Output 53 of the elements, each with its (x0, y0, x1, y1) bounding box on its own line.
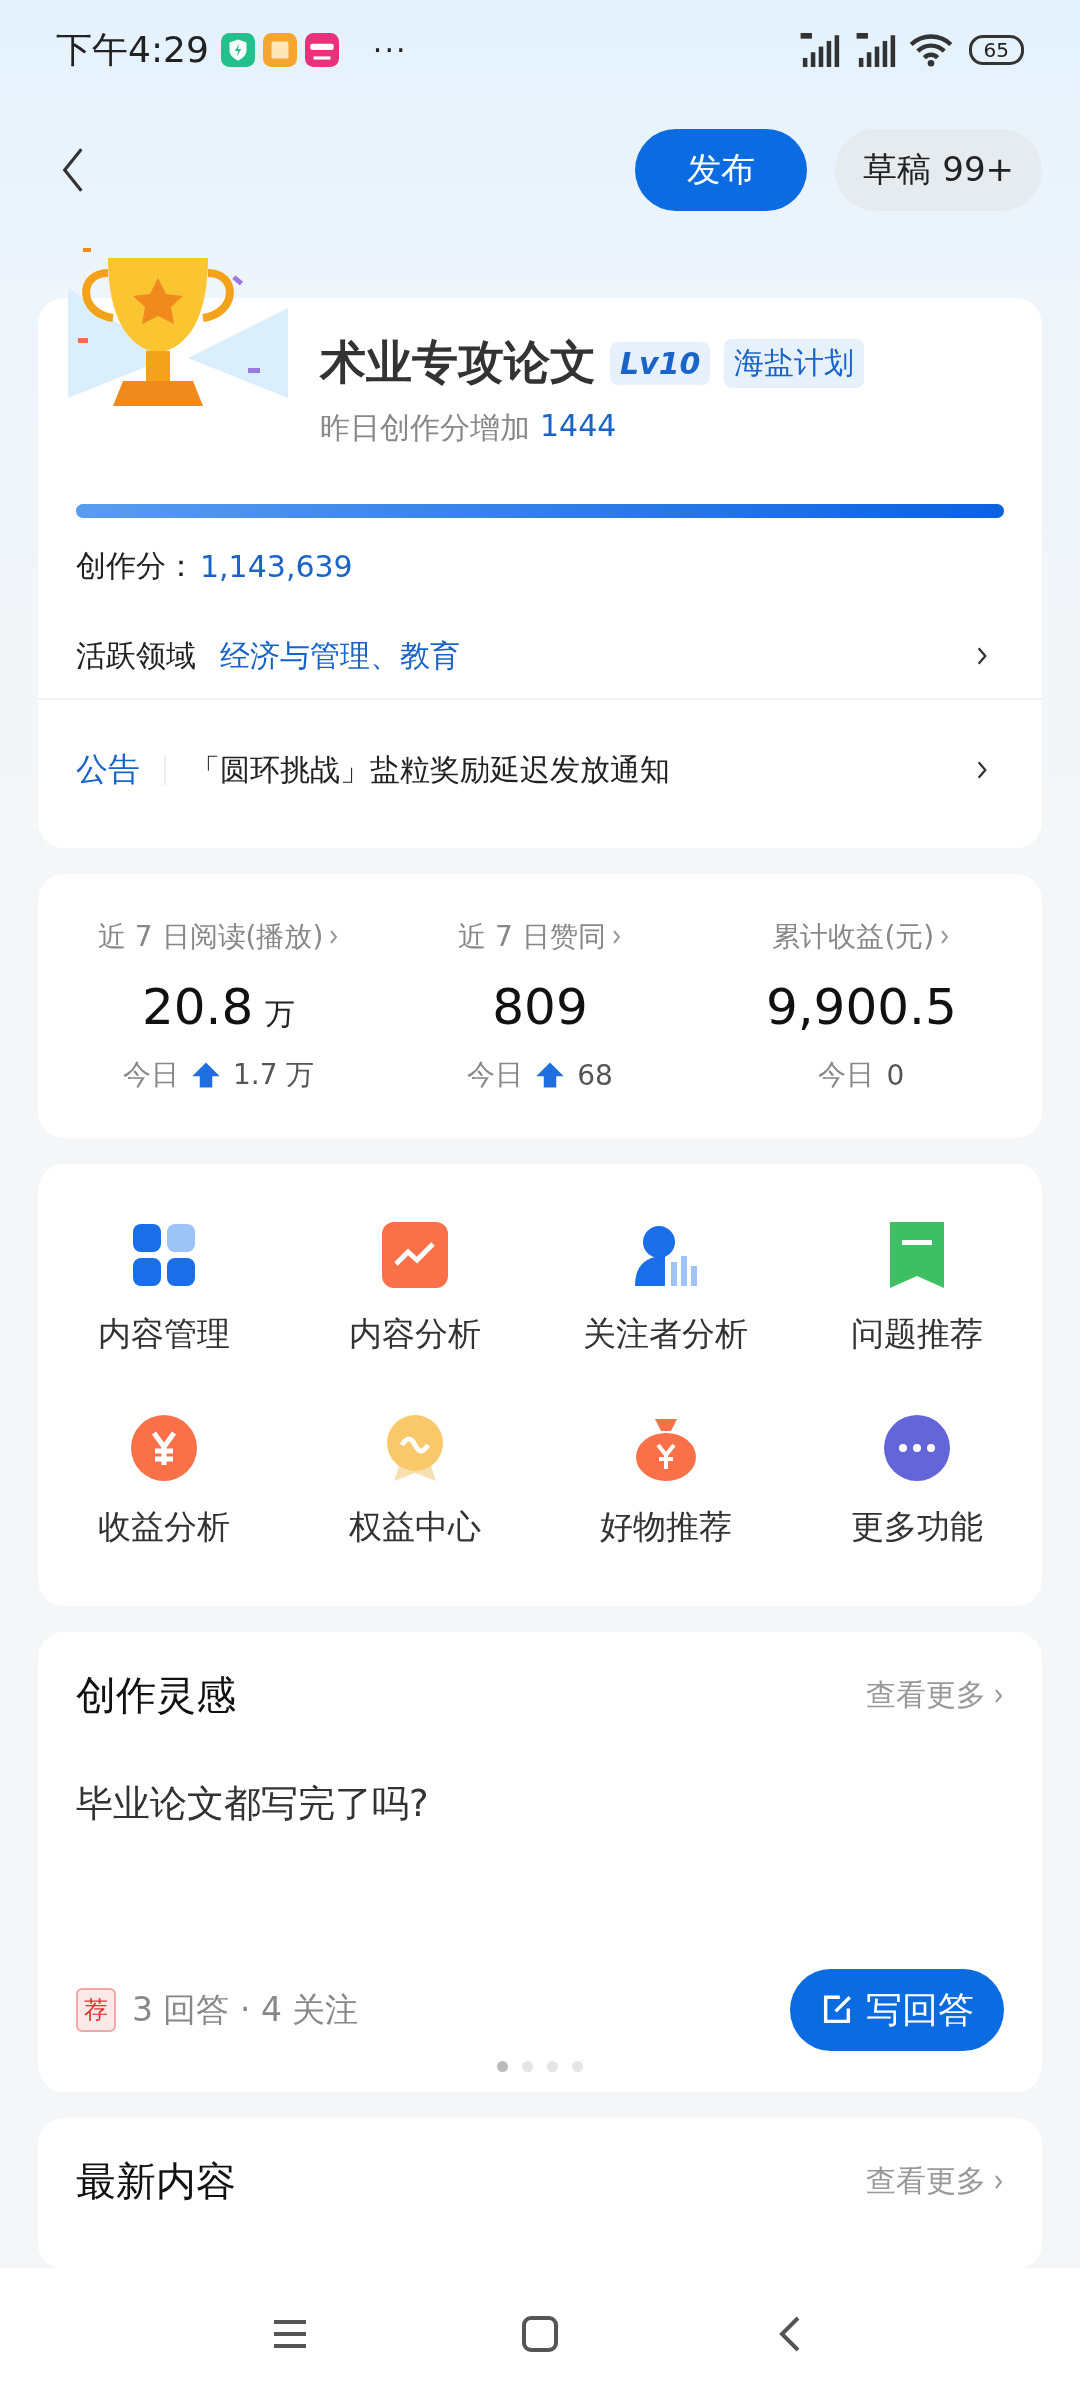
tool-item[interactable]: 内容管理 (38, 1220, 289, 1357)
stat-link[interactable]: 累计收益(元) (772, 918, 951, 956)
score-increase-label: 昨日创作分增加 (320, 409, 530, 447)
home-icon[interactable] (520, 2314, 560, 2354)
stat-link[interactable]: 近 7 日阅读(播放) (97, 918, 340, 956)
status-time: 下午4:29 (56, 27, 209, 72)
tool-item[interactable]: 问题推荐 (791, 1220, 1042, 1357)
domain-link[interactable]: 经济与管理、教育 (220, 635, 460, 677)
chart-icon (379, 1220, 450, 1290)
section-title: 最新内容 (76, 2157, 236, 2206)
tool-item[interactable]: 更多功能 (791, 1413, 1042, 1550)
wifi-icon (908, 33, 953, 67)
chevron-icon[interactable] (976, 760, 988, 780)
today-delta: 1.7 万 (232, 1057, 315, 1093)
yuan-coin-icon (128, 1413, 199, 1483)
chevron-icon (611, 928, 622, 946)
score-value: 1,143,639 (200, 548, 353, 584)
level-badge: Lv10 (610, 341, 711, 385)
question-text[interactable]: 毕业论文都写完了吗? (76, 1779, 1004, 1969)
author-name: 术业专攻论文 (320, 334, 596, 391)
stat-value: 809 (492, 978, 588, 1036)
chevron-icon[interactable] (976, 646, 988, 666)
more-notifications: ··· (372, 32, 408, 68)
today-label: 今日 (467, 1057, 524, 1093)
stat-link[interactable]: 近 7 日赞同 (458, 918, 622, 956)
today-delta: 0 (886, 1058, 905, 1092)
score-label: 创作分： (76, 546, 196, 585)
publish-button[interactable]: 发布 (635, 129, 808, 211)
write-answer-button[interactable]: 写回答 (790, 1969, 1004, 2051)
tool-item[interactable]: 内容分析 (289, 1220, 540, 1357)
tool-item[interactable]: 收益分析 (38, 1413, 289, 1550)
stat-unit: 万 (265, 995, 296, 1033)
today-label: 今日 (818, 1057, 875, 1093)
recommended-tag: 荐 (76, 1988, 116, 2032)
stat-value: 9,900.5 (765, 978, 957, 1036)
drafts-button[interactable]: 草稿 99+ (835, 129, 1042, 211)
stat-value: 20.8 (142, 978, 254, 1036)
question-stats: 3 回答 · 4 关注 (132, 1988, 359, 2031)
chevron-icon (329, 928, 340, 946)
score-increase-value: 1444 (540, 408, 617, 445)
section-title: 创作灵感 (76, 1671, 236, 1720)
today-label: 今日 (122, 1057, 179, 1093)
notice-link[interactable]: 「圆环挑战」盐粒奖励延迟发放通知 (190, 749, 670, 791)
tool-item[interactable]: 关注者分析 (540, 1220, 791, 1357)
today-delta: 68 (577, 1058, 613, 1092)
battery-indicator: 65 (968, 35, 1024, 65)
tool-item[interactable]: 权益中心 (289, 1413, 540, 1550)
tool-item[interactable]: 好物推荐 (540, 1413, 791, 1550)
plan-badge: 海盐计划 (724, 338, 865, 388)
more-icon (881, 1413, 952, 1483)
notice-label: 公告 (76, 749, 140, 790)
domain-label: 活跃领域 (76, 636, 196, 675)
chevron-icon (940, 928, 951, 946)
